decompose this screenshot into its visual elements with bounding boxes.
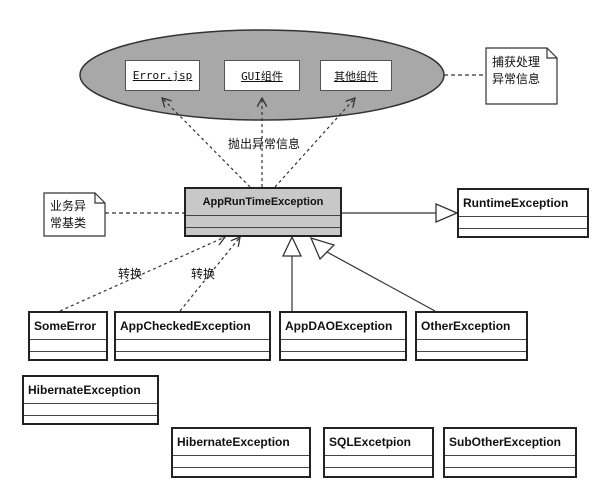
class-hibernate-exception-bottom-name: HibernateException [173, 429, 309, 456]
class-some-error-attributes [30, 340, 106, 352]
component-other-label: 其他组件 [334, 69, 378, 83]
note-business-base-line1: 业务异 [50, 199, 87, 213]
class-app-runtime-exception: AppRunTimeException [184, 187, 342, 237]
class-sql-exception-attributes [325, 456, 432, 468]
class-hibernate-exception-left-attributes [24, 404, 157, 416]
class-some-error: SomeError [28, 311, 108, 361]
inherit-triangle-other [309, 236, 336, 261]
class-app-runtime-exception-operations [186, 228, 340, 235]
note-business-base: 业务异 常基类 [44, 194, 104, 236]
class-other-exception-name: OtherException [417, 313, 526, 340]
class-app-dao-exception: AppDAOException [279, 311, 407, 361]
exception-class-diagram: Error.jsp GUI组件 其他组件 捕获处理 异常信息 业务异 常基类 抛… [0, 0, 611, 499]
class-runtime-exception: RuntimeException [457, 188, 589, 238]
class-hibernate-exception-bottom-attributes [173, 456, 309, 468]
class-hibernate-exception-left: HibernateException [22, 375, 159, 425]
class-hibernate-exception-left-name: HibernateException [24, 377, 157, 404]
class-app-checked-exception-operations [116, 352, 269, 359]
class-other-exception: OtherException [415, 311, 528, 361]
label-throw-info: 抛出异常信息 [228, 137, 301, 151]
class-runtime-exception-name: RuntimeException [459, 190, 587, 217]
class-sub-other-exception-attributes [445, 456, 575, 468]
class-app-runtime-exception-attributes [186, 216, 340, 228]
class-app-dao-exception-operations [281, 352, 405, 359]
class-sql-exception-operations [325, 468, 432, 476]
inherit-line-other [326, 251, 436, 312]
class-sub-other-exception-name: SubOtherException [445, 429, 575, 456]
inherit-triangle-appdao [281, 235, 303, 257]
class-other-exception-operations [417, 352, 526, 359]
class-app-checked-exception-attributes [116, 340, 269, 352]
class-runtime-exception-operations [459, 229, 587, 236]
class-some-error-operations [30, 352, 106, 359]
class-other-exception-attributes [417, 340, 526, 352]
label-convert-1: 转换 [118, 267, 143, 281]
class-app-dao-exception-attributes [281, 340, 405, 352]
class-runtime-exception-attributes [459, 217, 587, 229]
component-gui: GUI组件 [224, 60, 300, 91]
component-other: 其他组件 [320, 60, 392, 91]
class-sql-exception: SQLExcetpion [323, 427, 434, 478]
note-catch-handle: 捕获处理 异常信息 [486, 50, 556, 92]
class-app-runtime-exception-name: AppRunTimeException [186, 189, 340, 216]
class-app-dao-exception-name: AppDAOException [281, 313, 405, 340]
label-convert-2: 转换 [191, 267, 216, 281]
note-business-base-line2: 常基类 [50, 216, 87, 230]
class-hibernate-exception-bottom-operations [173, 468, 309, 476]
class-sub-other-exception: SubOtherException [443, 427, 577, 478]
class-app-checked-exception-name: AppCheckedException [116, 313, 269, 340]
note-catch-handle-line2: 异常信息 [492, 72, 541, 86]
note-catch-handle-line1: 捕获处理 [492, 55, 541, 69]
class-some-error-name: SomeError [30, 313, 106, 340]
class-hibernate-exception-bottom: HibernateException [171, 427, 311, 478]
class-sub-other-exception-operations [445, 468, 575, 476]
component-gui-label: GUI组件 [241, 69, 283, 83]
inherit-triangle-runtime [435, 203, 459, 223]
class-app-checked-exception: AppCheckedException [114, 311, 271, 361]
component-error-jsp-label: Error.jsp [132, 69, 193, 82]
class-sql-exception-name: SQLExcetpion [325, 429, 432, 456]
class-hibernate-exception-left-operations [24, 416, 157, 423]
component-error-jsp: Error.jsp [125, 60, 200, 91]
